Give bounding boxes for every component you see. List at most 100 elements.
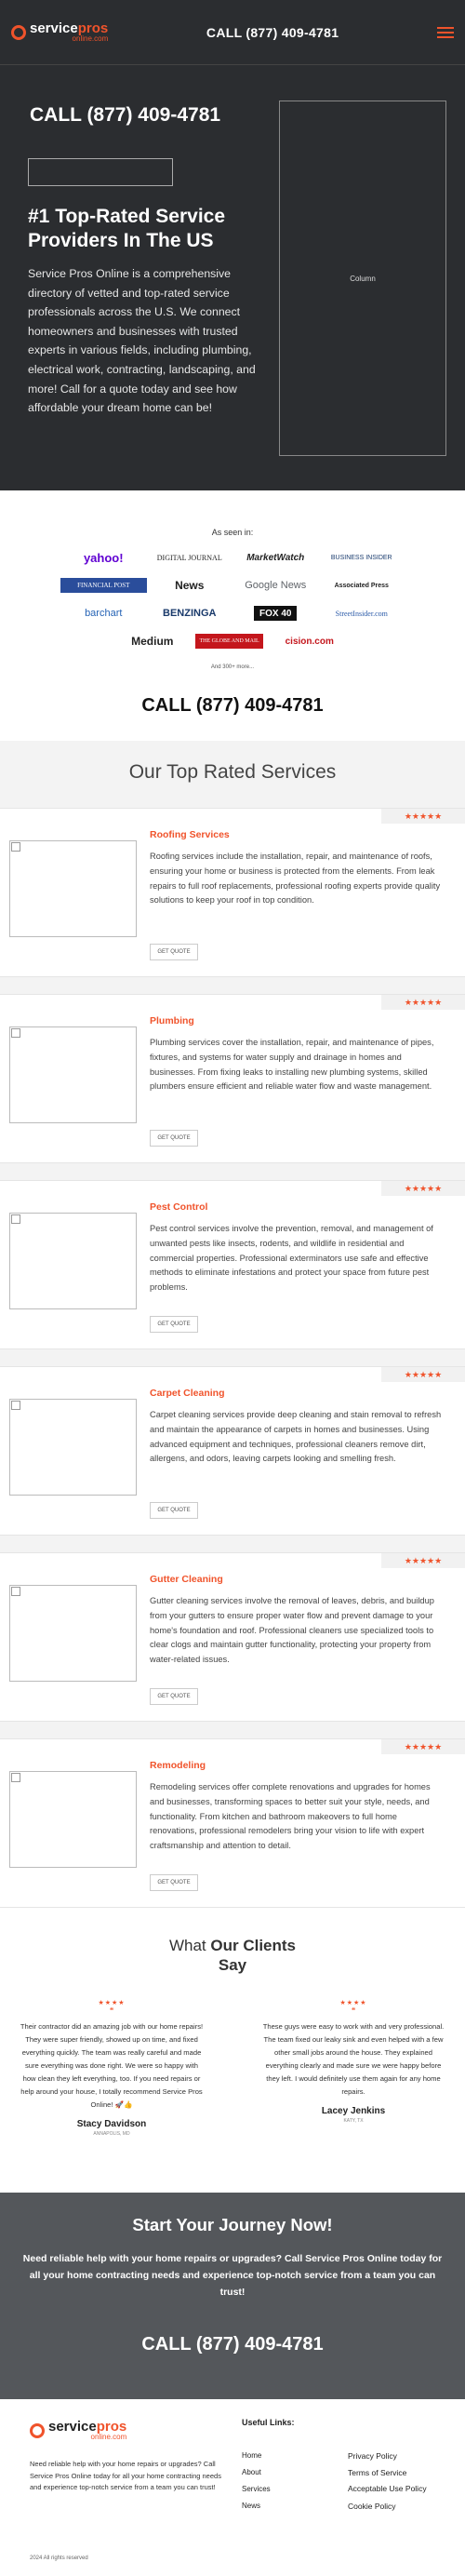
quote-icon: ❝ — [109, 2006, 114, 2015]
testimonial-location: KATY, TX — [343, 2118, 364, 2124]
cta-body: Need reliable help with your home repair… — [22, 2253, 443, 2298]
press-logo-marketwatch: MarketWatch — [246, 552, 305, 563]
service-image — [9, 1026, 137, 1123]
testimonial-author: Stacy Davidson — [76, 2119, 147, 2129]
press-logos: yahoo! DIGITAL JOURNAL MarketWatch BUSIN… — [60, 550, 405, 621]
call-phone-link[interactable]: CALL (877) 409-4781 — [0, 695, 465, 717]
site-footer: servicepros online.com Need reliable hel… — [0, 2399, 465, 2576]
rating-stars: ★★★★★ — [381, 1367, 465, 1382]
get-quote-button[interactable]: GET QUOTE — [150, 1316, 198, 1333]
service-card-roofing: ★★★★★ Roofing Services Roofing services … — [0, 808, 465, 977]
rating-stars: ★★★★ — [339, 2000, 367, 2006]
press-logo-financial-post: FINANCIAL POST — [60, 578, 147, 593]
testimonials-section: What Our Clients Say ★★★★ ❝ Their contrac… — [0, 1908, 465, 2193]
press-logo-benzinga: BENZINGA — [163, 608, 217, 619]
footer-description: Need reliable help with your home repair… — [30, 2460, 221, 2491]
footer-links-main: Home About Services News — [242, 2448, 271, 2515]
service-description: Plumbing services cover the installation… — [150, 1038, 434, 1092]
press-logo-yahoo: yahoo! — [83, 550, 124, 565]
footer-logo[interactable]: servicepros online.com — [30, 2420, 126, 2441]
footer-link-services[interactable]: Services — [242, 2481, 271, 2498]
service-card-remodeling: ★★★★★ Remodeling Remodeling services off… — [0, 1738, 465, 1908]
press-logo-streetinsider: StreetInsider.com — [335, 609, 388, 618]
service-image — [9, 1213, 137, 1309]
hero-phone[interactable]: CALL (877) 409-4781 — [30, 104, 220, 127]
site-logo[interactable]: servicepros online.com — [11, 21, 108, 43]
press-logo-fox40: FOX 40 — [254, 606, 298, 621]
get-quote-button[interactable]: GET QUOTE — [150, 1874, 198, 1891]
cta-section: Start Your Journey Now! Need reliable he… — [0, 2193, 465, 2399]
press-logo-cision: cision.com — [285, 636, 334, 647]
footer-link-home[interactable]: Home — [242, 2448, 271, 2464]
site-header: servicepros online.com CALL (877) 409-47… — [0, 0, 465, 65]
hero-body: Service Pros Online is a comprehensive d… — [28, 267, 256, 415]
footer-link-news[interactable]: News — [242, 2498, 271, 2515]
rating-stars: ★★★★★ — [381, 995, 465, 1010]
useful-links-heading: Useful Links: — [242, 2418, 295, 2427]
as-seen-in-section: As seen in: yahoo! DIGITAL JOURNAL Marke… — [0, 490, 465, 670]
service-description: Pest control services involve the preven… — [150, 1224, 433, 1293]
footer-link-about[interactable]: About — [242, 2464, 271, 2481]
hero-column: Column — [279, 101, 446, 456]
cta-phone-link[interactable]: CALL (877) 409-4781 — [22, 2334, 443, 2355]
service-description: Carpet cleaning services provide deep cl… — [150, 1410, 442, 1464]
service-name: Carpet Cleaning — [150, 1388, 225, 1399]
testimonials-title: What Our Clients Say — [168, 1937, 297, 1974]
press-logo-google-news: Google News — [245, 580, 307, 591]
copyright: 2024 All rights reserved — [30, 2556, 88, 2561]
press-logo-digital-journal: DIGITAL JOURNAL — [156, 553, 222, 562]
service-description: Gutter cleaning services involve the rem… — [150, 1596, 434, 1665]
service-name: Plumbing — [150, 1015, 194, 1026]
footer-link-terms[interactable]: Terms of Service — [348, 2464, 441, 2481]
service-name: Gutter Cleaning — [150, 1574, 223, 1585]
service-card-carpet-cleaning: ★★★★★ Carpet Cleaning Carpet cleaning se… — [0, 1366, 465, 1536]
logo-main: service — [30, 20, 78, 36]
hero-section: CALL (877) 409-4781 #1 Top-Rated Service… — [0, 65, 465, 490]
testimonial-author: Lacey Jenkins — [321, 2106, 386, 2116]
cta-title: Start Your Journey Now! — [132, 2215, 333, 2234]
logo-sub: online.com — [72, 34, 109, 43]
services-section: Our Top Rated Services ★★★★★ Roofing Ser… — [0, 741, 465, 1908]
header-phone-link[interactable]: CALL (877) 409-4781 — [206, 25, 339, 40]
get-quote-button[interactable]: GET QUOTE — [150, 1130, 198, 1147]
service-name: Roofing Services — [150, 829, 230, 840]
testimonial-card: ★★★★ ❝ Their contractor did an amazing j… — [19, 1999, 205, 2137]
rating-stars: ★★★★★ — [381, 1181, 465, 1196]
more-outlets-label: And 300+ more... — [210, 664, 255, 670]
service-card-pest-control: ★★★★★ Pest Control Pest control services… — [0, 1180, 465, 1349]
footer-link-acceptable-use[interactable]: Acceptable Use Policy — [348, 2481, 441, 2498]
get-quote-button[interactable]: GET QUOTE — [150, 944, 198, 960]
menu-icon[interactable] — [436, 26, 454, 38]
hero-title: #1 Top-Rated Service Providers In The US — [28, 206, 226, 251]
service-image — [9, 1771, 137, 1868]
press-logo-associated-press: Associated Press — [334, 582, 389, 589]
service-card-gutter-cleaning: ★★★★★ Gutter Cleaning Gutter cleaning se… — [0, 1552, 465, 1722]
press-logo-globe-and-mail: THE GLOBE AND MAIL — [195, 634, 263, 649]
logo-icon — [30, 2422, 45, 2438]
get-quote-button[interactable]: GET QUOTE — [150, 1688, 198, 1705]
press-logo-barchart: barchart — [85, 608, 123, 619]
service-cards: ★★★★★ Roofing Services Roofing services … — [0, 808, 465, 1908]
services-title: Our Top Rated Services — [128, 761, 337, 783]
as-seen-label: As seen in: — [211, 528, 254, 537]
quote-icon: ❝ — [351, 2006, 356, 2015]
get-quote-button[interactable]: GET QUOTE — [150, 1502, 198, 1519]
service-name: Remodeling — [150, 1760, 206, 1771]
footer-link-privacy[interactable]: Privacy Policy — [348, 2448, 441, 2464]
testimonial-card: ★★★★ ❝ These guys were easy to work with… — [260, 1999, 446, 2137]
testimonial-text: Their contractor did an amazing job with… — [20, 2022, 204, 2109]
rating-stars: ★★★★★ — [381, 1553, 465, 1568]
footer-link-cookie[interactable]: Cookie Policy — [348, 2498, 441, 2515]
service-card-plumbing: ★★★★★ Plumbing Plumbing services cover t… — [0, 994, 465, 1163]
rating-stars: ★★★★ — [98, 2000, 126, 2006]
service-image — [9, 840, 137, 937]
press-logo-apple-news: News — [175, 579, 205, 592]
testimonial-text: These guys were easy to work with and ve… — [262, 2022, 445, 2096]
service-name: Pest Control — [150, 1201, 208, 1213]
service-image — [9, 1585, 137, 1682]
logo-icon — [11, 24, 26, 40]
service-description: Roofing services include the installatio… — [150, 852, 441, 906]
rating-stars: ★★★★★ — [381, 809, 465, 824]
rating-stars: ★★★★★ — [381, 1739, 465, 1754]
service-image — [9, 1399, 137, 1496]
